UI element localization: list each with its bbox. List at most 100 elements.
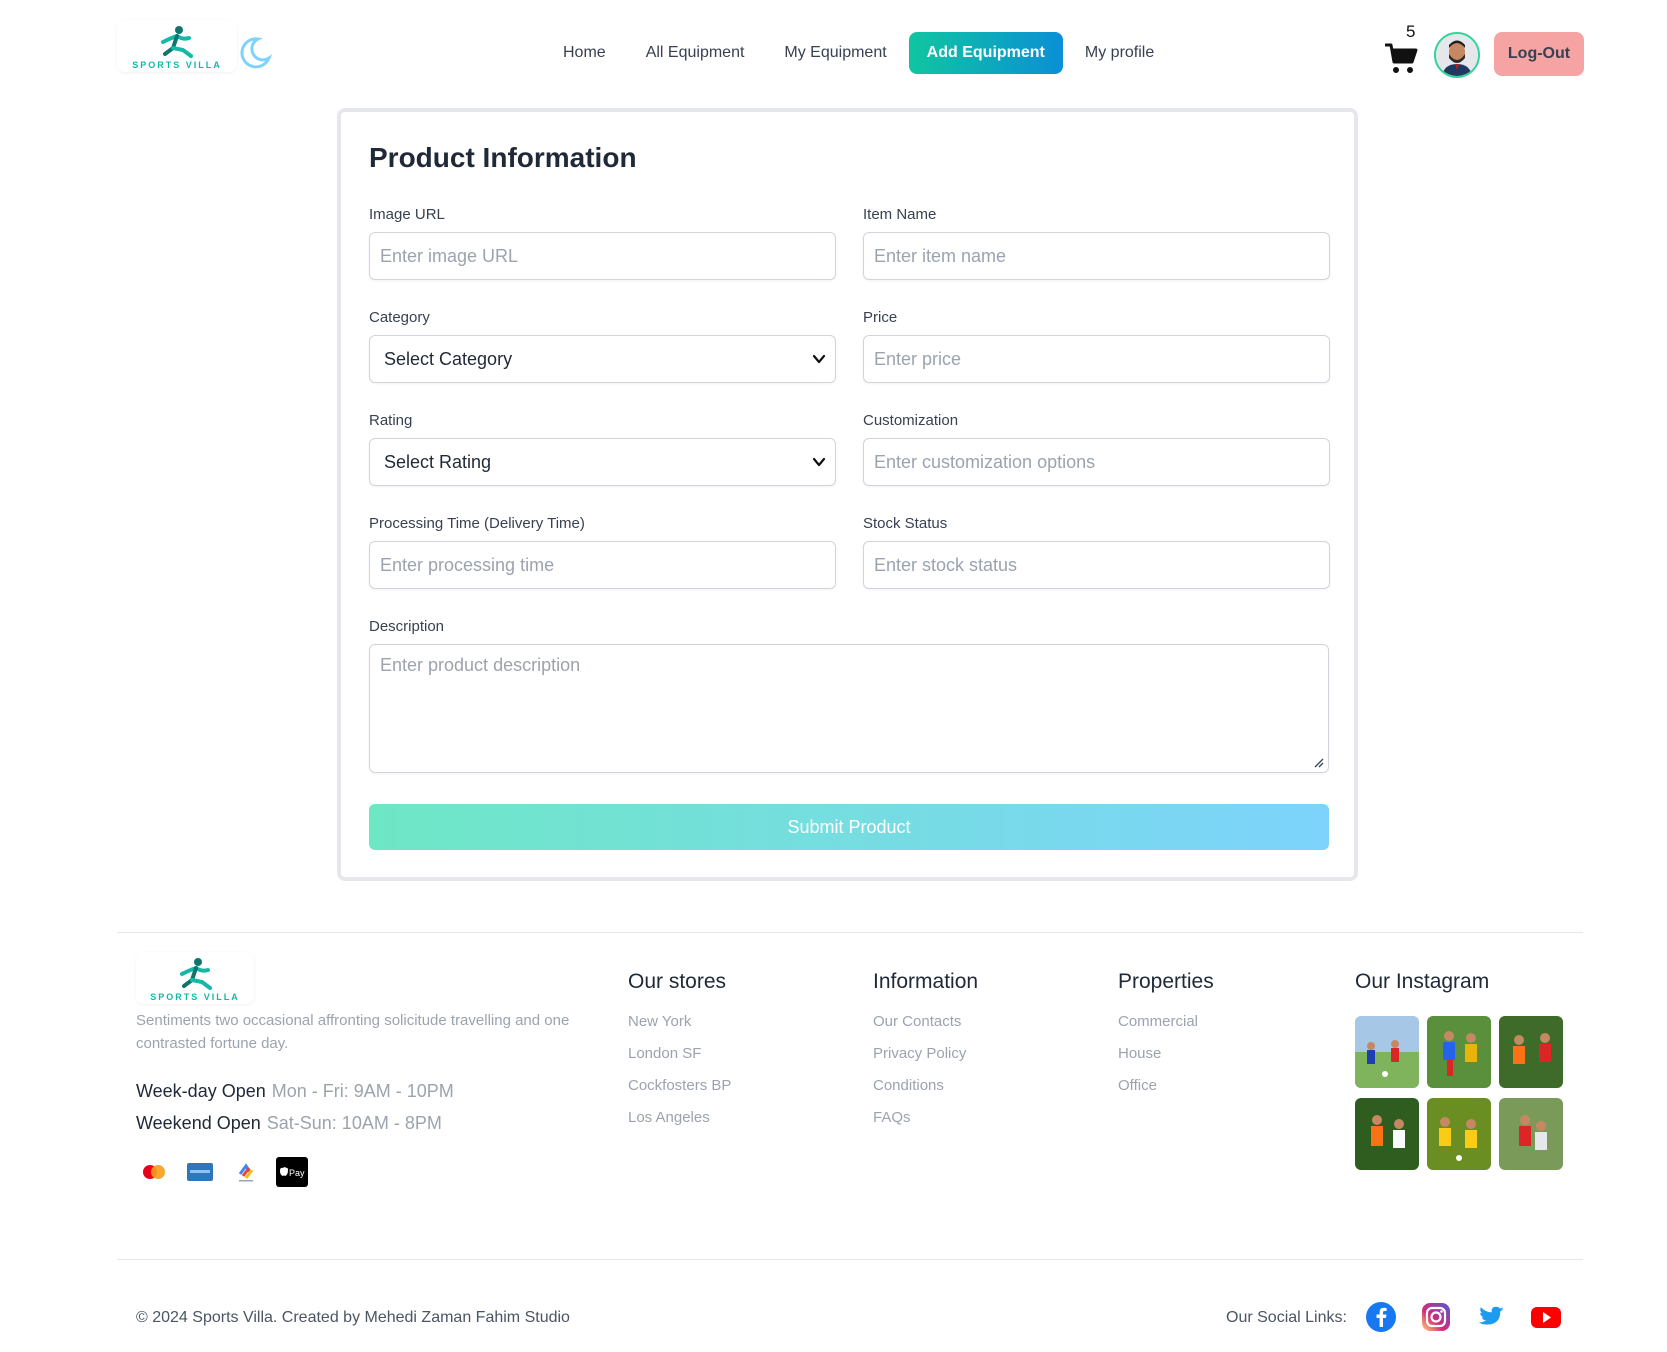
customization-field: Customization Enter customization option… (863, 412, 1330, 486)
instagram-photo[interactable] (1499, 1016, 1563, 1088)
stock-status-label: Stock Status (863, 515, 948, 532)
runner-logo-icon (161, 26, 193, 58)
rating-field: Rating Select Rating (369, 412, 836, 486)
chevron-down-icon (812, 354, 826, 364)
submit-product-button[interactable]: Submit Product (369, 804, 1329, 850)
category-select[interactable]: Select Category (369, 335, 836, 383)
moon-icon[interactable] (238, 36, 272, 70)
rating-select-value: Select Rating (384, 452, 492, 472)
category-label: Category (369, 309, 430, 326)
nav-links: Home All Equipment My Equipment Add Equi… (543, 32, 1174, 74)
twitter-icon[interactable] (1475, 1301, 1507, 1333)
apple-pay-icon: Pay (275, 1155, 309, 1189)
nav-link-my-equipment[interactable]: My Equipment (764, 32, 906, 74)
chevron-down-icon (812, 457, 826, 467)
navbar: SPORTS VILLA Home All Equipment My Equip… (0, 0, 1667, 106)
google-pay-icon (229, 1155, 263, 1189)
rating-label: Rating (369, 412, 413, 429)
instagram-icon[interactable] (1420, 1301, 1452, 1333)
footer-divider-bottom (117, 1259, 1583, 1260)
instagram-photo[interactable] (1427, 1016, 1491, 1088)
weekday-hours: Week-day Open Mon - Fri: 9AM - 10PM (136, 1081, 454, 1102)
rating-select[interactable]: Select Rating (369, 438, 836, 486)
footer-link-los-angeles[interactable]: Los Angeles (628, 1108, 731, 1140)
customization-label: Customization (863, 412, 959, 429)
description-placeholder: Enter product description (380, 655, 581, 675)
price-input[interactable]: Enter price (863, 335, 1330, 383)
footer-link-privacy[interactable]: Privacy Policy (873, 1044, 978, 1076)
footer-link-office[interactable]: Office (1118, 1076, 1214, 1108)
category-field: Category Select Category (369, 309, 836, 383)
footer-link-house[interactable]: House (1118, 1044, 1214, 1076)
form-title: Product Information (369, 142, 637, 173)
amex-icon (183, 1155, 217, 1189)
customization-input[interactable]: Enter customization options (863, 438, 1330, 486)
nav-link-home[interactable]: Home (543, 32, 626, 74)
footer-col-title: Information (873, 970, 979, 993)
image-url-label: Image URL (369, 206, 445, 223)
instagram-photo[interactable] (1355, 1098, 1419, 1170)
instagram-title: Our Instagram (1355, 970, 1490, 993)
item-name-field: Item Name Enter item name (863, 206, 1330, 280)
footer-col-properties: Properties Commercial House Office (1118, 970, 1214, 1108)
stock-status-input[interactable]: Enter stock status (863, 541, 1330, 589)
footer-link-conditions[interactable]: Conditions (873, 1076, 978, 1108)
footer-link-london-sf[interactable]: London SF (628, 1044, 731, 1076)
footer-link-faqs[interactable]: FAQs (873, 1108, 978, 1140)
footer-col-stores: Our stores New York London SF Cockfoster… (628, 970, 731, 1140)
product-form-card: Product Information Image URL Enter imag… (337, 108, 1358, 881)
footer-link-commercial[interactable]: Commercial (1118, 1012, 1214, 1044)
facebook-icon[interactable] (1365, 1301, 1397, 1333)
description-textarea[interactable]: Enter product description (369, 644, 1329, 773)
item-name-input[interactable]: Enter item name (863, 232, 1330, 280)
mastercard-icon (137, 1155, 171, 1189)
price-label: Price (863, 309, 898, 326)
apple-pay-text: Pay (289, 1168, 305, 1178)
user-avatar-image (1436, 34, 1478, 76)
footer-instagram: Our Instagram (1355, 970, 1563, 1170)
category-select-value: Select Category (384, 349, 513, 369)
stock-status-field: Stock Status Enter stock status (863, 515, 1330, 589)
image-url-input[interactable]: Enter image URL (369, 232, 836, 280)
processing-time-label: Processing Time (Delivery Time) (369, 515, 585, 532)
runner-logo-icon (180, 958, 212, 990)
footer-brand-logo[interactable]: SPORTS VILLA (136, 952, 254, 1004)
weekday-value: Mon - Fri: 9AM - 10PM (271, 1081, 454, 1101)
cart-icon[interactable] (1384, 42, 1420, 76)
description-field: Description Enter product description (369, 618, 1329, 773)
footer-description: Sentiments two occasional affronting sol… (136, 1012, 570, 1052)
weekend-value: Sat-Sun: 10AM - 8PM (266, 1113, 442, 1133)
weekday-label: Week-day Open (136, 1081, 266, 1101)
resize-grip-icon[interactable] (1312, 756, 1324, 768)
footer-divider-top (117, 932, 1583, 933)
footer-link-new-york[interactable]: New York (628, 1012, 731, 1044)
brand-logo[interactable]: SPORTS VILLA (117, 20, 237, 72)
instagram-photo[interactable] (1499, 1098, 1563, 1170)
youtube-icon[interactable] (1530, 1301, 1562, 1333)
copyright-text: © 2024 Sports Villa. Created by Mehedi Z… (136, 1309, 570, 1326)
footer-col-title: Properties (1118, 970, 1214, 993)
processing-time-field: Processing Time (Delivery Time) Enter pr… (369, 515, 836, 589)
footer-link-contacts[interactable]: Our Contacts (873, 1012, 978, 1044)
nav-link-add-equipment[interactable]: Add Equipment (908, 32, 1063, 74)
weekend-label: Weekend Open (136, 1113, 261, 1133)
social-links-label: Our Social Links: (1226, 1309, 1347, 1326)
price-field: Price Enter price (863, 309, 1330, 383)
logout-button[interactable]: Log-Out (1494, 32, 1584, 76)
nav-link-all-equipment[interactable]: All Equipment (626, 32, 765, 74)
footer-col-title: Our stores (628, 970, 727, 993)
nav-link-my-profile[interactable]: My profile (1065, 32, 1174, 74)
brand-text: SPORTS VILLA (132, 60, 222, 70)
footer-col-information: Information Our Contacts Privacy Policy … (873, 970, 978, 1140)
image-url-field: Image URL Enter image URL (369, 206, 836, 280)
item-name-label: Item Name (863, 206, 937, 223)
instagram-photo[interactable] (1355, 1016, 1419, 1088)
footer-brand-text: SPORTS VILLA (150, 992, 240, 1002)
description-label: Description (369, 618, 445, 635)
footer-link-cockfosters[interactable]: Cockfosters BP (628, 1076, 731, 1108)
weekend-hours: Weekend Open Sat-Sun: 10AM - 8PM (136, 1113, 442, 1134)
instagram-photo[interactable] (1427, 1098, 1491, 1170)
cart-count: 5 (1406, 22, 1416, 41)
user-avatar[interactable] (1434, 32, 1480, 78)
processing-time-input[interactable]: Enter processing time (369, 541, 836, 589)
